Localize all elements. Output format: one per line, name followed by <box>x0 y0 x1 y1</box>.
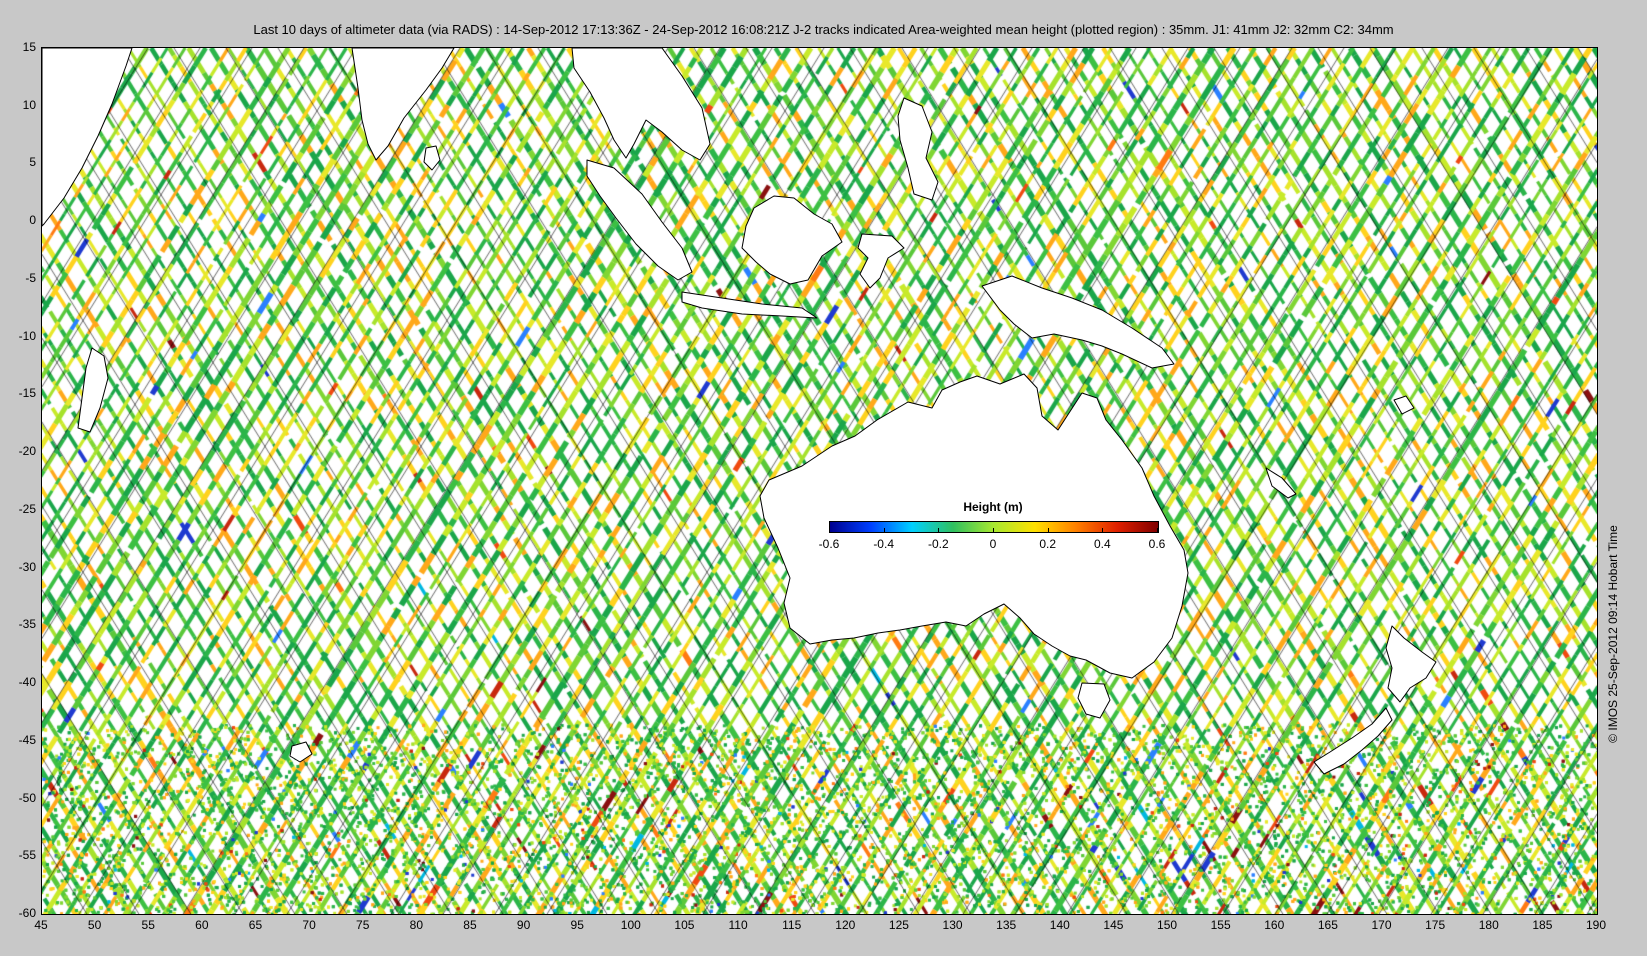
x-tick-label: 165 <box>1317 918 1338 932</box>
y-tick-label: 10 <box>22 97 36 112</box>
colorbar-tick-label: 0.4 <box>1093 537 1111 551</box>
x-tick-label: 95 <box>570 918 584 932</box>
land-philippines <box>897 97 939 201</box>
colorbar-tick-mark <box>938 528 940 532</box>
map-plot-area[interactable] <box>41 47 1598 915</box>
y-tick-label: 15 <box>22 40 36 54</box>
y-tick-label: -15 <box>18 386 36 401</box>
x-tick-label: 135 <box>996 918 1017 932</box>
x-tick-label: 185 <box>1532 918 1553 932</box>
y-tick-label: -50 <box>18 790 36 805</box>
x-tick-label: 80 <box>409 918 424 932</box>
x-tick-label: 90 <box>516 918 531 932</box>
x-tick-label: 100 <box>620 918 641 932</box>
x-tick-label: 190 <box>1585 918 1607 932</box>
land-sulawesi <box>857 233 905 289</box>
x-tick-label: 85 <box>463 918 477 932</box>
land-indochina <box>571 48 711 161</box>
colorbar-gradient <box>829 521 1159 533</box>
credit-text: © IMOS 25-Sep-2012 09:14 Hobart Time <box>1606 525 1620 743</box>
x-tick-label: 180 <box>1478 918 1499 932</box>
x-tick-label: 50 <box>87 918 102 932</box>
x-tick-label: 150 <box>1157 918 1178 932</box>
colorbar-tick-label: 0.6 <box>1148 537 1166 551</box>
x-tick-label: 70 <box>302 918 316 932</box>
land-sri-lanka <box>423 145 441 171</box>
land-india <box>351 48 455 161</box>
y-tick-label: -40 <box>18 675 36 690</box>
colorbar-tick-mark <box>1157 528 1158 532</box>
y-tick-label: -20 <box>18 444 36 459</box>
land-new-zealand-north <box>1385 625 1437 703</box>
colorbar-tick-mark <box>883 528 885 532</box>
colorbar-tick-mark <box>993 528 994 532</box>
y-tick-label: -35 <box>18 617 36 632</box>
x-tick-label: 75 <box>356 918 370 932</box>
x-tick-label: 125 <box>888 918 909 932</box>
colorbar-legend: Height (m) -0.6 -0.4 -0.2 0 0.2 0.4 0.6 <box>819 500 1166 560</box>
x-tick-label: 65 <box>248 918 263 932</box>
x-tick-label: 160 <box>1264 918 1285 932</box>
land-java <box>681 291 818 319</box>
colorbar-tick-label: -0.4 <box>873 537 894 551</box>
colorbar-tick-mark <box>1102 528 1104 532</box>
y-tick-label: -25 <box>18 501 36 516</box>
y-tick-label: -10 <box>18 328 36 343</box>
colorbar-title: Height (m) <box>963 500 1023 514</box>
y-tick-label: 5 <box>29 155 36 170</box>
land-new-guinea <box>981 275 1175 369</box>
x-tick-label: 45 <box>34 918 48 932</box>
land-borneo <box>741 195 843 285</box>
x-tick-label: 60 <box>195 918 209 932</box>
land-new-caledonia <box>1265 467 1297 499</box>
y-tick-label: -60 <box>18 906 36 920</box>
colorbar-tick-label: 0.2 <box>1039 537 1056 551</box>
plot-title: Last 10 days of altimeter data (via RADS… <box>253 22 1394 37</box>
colorbar-tick-label: -0.6 <box>818 537 840 551</box>
land-tasmania <box>1077 682 1111 719</box>
land-fiji <box>1393 395 1415 415</box>
x-tick-label: 130 <box>942 918 963 932</box>
land-new-zealand-south <box>1313 707 1393 775</box>
x-tick-label: 115 <box>782 918 802 932</box>
land-kerguelen <box>289 741 313 763</box>
x-tick-label: 140 <box>1049 918 1070 932</box>
colorbar-tick-label: -0.2 <box>927 537 949 551</box>
y-tick-label: -30 <box>18 559 36 574</box>
y-tick-label: -5 <box>25 270 36 285</box>
y-tick-label: -55 <box>18 848 36 863</box>
x-tick-label: 145 <box>1103 918 1124 932</box>
x-tick-label: 55 <box>141 918 155 932</box>
x-tick-label: 110 <box>728 918 748 932</box>
colorbar-tick-mark <box>1047 528 1049 532</box>
x-tick-label: 120 <box>835 918 856 932</box>
colorbar-tick-label: 0 <box>989 537 997 551</box>
y-tick-label: 0 <box>29 213 36 228</box>
land-sumatra <box>586 159 693 281</box>
x-tick-label: 105 <box>674 918 695 932</box>
land-africa <box>42 48 133 227</box>
coastline-layer <box>42 48 1437 775</box>
x-tick-label: 170 <box>1371 918 1392 932</box>
x-tick-label: 175 <box>1425 918 1446 932</box>
x-tick-label: 155 <box>1210 918 1231 932</box>
colorbar-tick-mark <box>829 528 830 532</box>
y-tick-label: -45 <box>18 732 36 747</box>
land-madagascar <box>77 347 109 433</box>
